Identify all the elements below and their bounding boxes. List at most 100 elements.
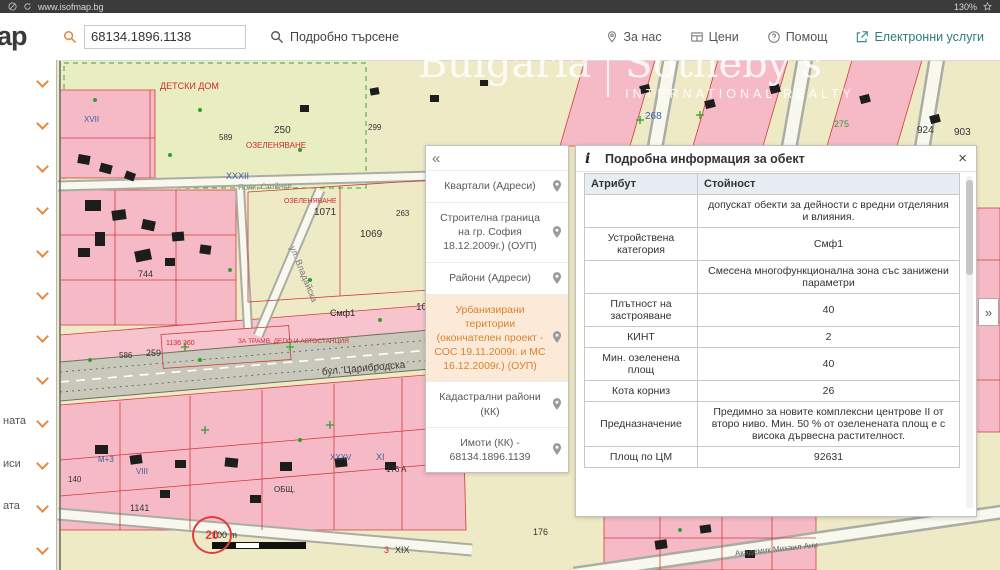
expand-panel-button[interactable]: » bbox=[978, 298, 999, 326]
attributes-table: АтрибутСтойност допускат обекти за дейно… bbox=[584, 173, 960, 468]
nav-eservices-label: Електронни услуги bbox=[874, 30, 984, 44]
zoom-to-layer-icon[interactable] bbox=[550, 397, 565, 412]
search-input[interactable] bbox=[84, 25, 246, 49]
zoom-to-layer-icon[interactable] bbox=[550, 442, 565, 457]
layer-item[interactable]: Квартали (Адреси) bbox=[426, 170, 568, 202]
nav-eservices[interactable]: Електронни услуги bbox=[855, 30, 984, 44]
sidebar-item[interactable]: иси bbox=[0, 443, 56, 486]
sidebar-item[interactable] bbox=[0, 273, 56, 316]
detailed-search-label: Подробно търсене bbox=[290, 30, 399, 44]
layer-item-label: Имоти (КК) - 68134.1896.1139 bbox=[433, 436, 547, 464]
refresh-icon[interactable] bbox=[23, 2, 32, 11]
bookmark-star-icon[interactable] bbox=[983, 2, 992, 11]
detailed-search[interactable]: Подробно търсене bbox=[270, 30, 399, 44]
sidebar-item[interactable]: ата bbox=[0, 485, 56, 528]
info-scrollbar[interactable] bbox=[966, 176, 973, 508]
sidebar-item-label: ата bbox=[3, 500, 34, 512]
info-panel-title: Подробна информация за обект bbox=[605, 152, 805, 166]
left-sidebar: ната иси ата bbox=[0, 60, 57, 570]
attribute-cell: Устройствена категория bbox=[585, 228, 698, 261]
chevron-down-icon bbox=[36, 202, 49, 215]
zoom-to-layer-icon[interactable] bbox=[550, 330, 565, 345]
layer-item[interactable]: Урбанизирани територии (окончателен прое… bbox=[426, 294, 568, 382]
sidebar-item-label: иси bbox=[3, 458, 34, 470]
zoom-to-layer-icon[interactable] bbox=[550, 179, 565, 194]
chevron-down-icon bbox=[36, 500, 49, 513]
sidebar-item[interactable] bbox=[0, 230, 56, 273]
close-icon[interactable]: × bbox=[958, 151, 967, 166]
sidebar-item[interactable] bbox=[0, 188, 56, 231]
nav-prices-label: Цени bbox=[709, 30, 739, 44]
table-row: Площ по ЦМ92631 bbox=[585, 447, 960, 468]
header-links: За нас Цени Помощ Електронни услуги bbox=[605, 30, 985, 44]
value-cell: Смф1 bbox=[698, 228, 960, 261]
scrollbar-thumb[interactable] bbox=[966, 180, 973, 275]
nav-about[interactable]: За нас bbox=[605, 30, 662, 44]
sidebar-item[interactable]: ната bbox=[0, 400, 56, 443]
object-info-panel: i Подробна информация за обект × Атрибут… bbox=[575, 145, 977, 517]
zoom-to-layer-icon[interactable] bbox=[550, 225, 565, 240]
layer-item-label: Райони (Адреси) bbox=[433, 271, 547, 285]
sidebar-item[interactable] bbox=[0, 60, 56, 103]
attribute-cell: Предназначение bbox=[585, 402, 698, 447]
map-workspace: ДЕТСКИ ДОМ589250ОЗЕЛЕНЯВАНЕ299XXXIIПолк.… bbox=[0, 60, 1000, 570]
value-cell: допускат обекти за дейности с вредни отд… bbox=[698, 195, 960, 228]
site-logo[interactable]: ap bbox=[0, 21, 39, 52]
value-cell: 2 bbox=[698, 327, 960, 348]
table-row: Кота корниз26 bbox=[585, 381, 960, 402]
value-cell: 40 bbox=[698, 294, 960, 327]
attribute-cell: Плътност на застрояване bbox=[585, 294, 698, 327]
attribute-cell: Кота корниз bbox=[585, 381, 698, 402]
value-cell: Предимно за новите комплексни центрове I… bbox=[698, 402, 960, 447]
nav-help[interactable]: Помощ bbox=[767, 30, 828, 44]
layer-item-label: Строителна граница на гр. София 18.12.20… bbox=[433, 211, 547, 254]
nav-about-label: За нас bbox=[624, 30, 662, 44]
attribute-cell bbox=[585, 261, 698, 294]
layer-item[interactable]: Райони (Адреси) bbox=[426, 262, 568, 294]
sidebar-item[interactable] bbox=[0, 528, 56, 570]
chevron-down-icon bbox=[36, 372, 49, 385]
sidebar-item[interactable] bbox=[0, 358, 56, 401]
table-row: Плътност на застрояване40 bbox=[585, 294, 960, 327]
info-icon: i bbox=[585, 151, 599, 167]
layer-item[interactable]: Имоти (КК) - 68134.1896.1139 bbox=[426, 427, 568, 472]
value-cell: 92631 bbox=[698, 447, 960, 468]
layers-panel: « Квартали (Адреси) Строителна граница на… bbox=[425, 145, 569, 473]
sidebar-item[interactable] bbox=[0, 103, 56, 146]
measure-circle-label: 20 bbox=[205, 528, 218, 542]
external-link-icon bbox=[855, 30, 869, 44]
table-row: допускат обекти за дейности с вредни отд… bbox=[585, 195, 960, 228]
table-row: ПредназначениеПредимно за новите комплек… bbox=[585, 402, 960, 447]
value-cell: 40 bbox=[698, 348, 960, 381]
chevron-down-icon bbox=[36, 330, 49, 343]
table-row: Мин. озеленена площ40 bbox=[585, 348, 960, 381]
pin-icon bbox=[605, 30, 619, 44]
table-header-row: АтрибутСтойност bbox=[585, 174, 960, 195]
url-text[interactable]: www.isofmap.bg bbox=[38, 2, 104, 12]
collapse-panel-icon[interactable]: « bbox=[432, 151, 440, 166]
help-icon bbox=[767, 30, 781, 44]
search-icon bbox=[63, 30, 77, 44]
layer-item[interactable]: Кадастрални райони (КК) bbox=[426, 381, 568, 426]
nav-prices[interactable]: Цени bbox=[690, 30, 739, 44]
info-table-wrapper: АтрибутСтойност допускат обекти за дейно… bbox=[584, 173, 960, 512]
chevron-down-icon bbox=[36, 160, 49, 173]
layer-item-label: Квартали (Адреси) bbox=[433, 179, 547, 193]
layer-item[interactable]: Строителна граница на гр. София 18.12.20… bbox=[426, 202, 568, 262]
nav-help-label: Помощ bbox=[786, 30, 828, 44]
chevron-down-icon bbox=[36, 415, 49, 428]
layer-item-label: Кадастрални райони (КК) bbox=[433, 390, 547, 418]
sidebar-item[interactable] bbox=[0, 315, 56, 358]
chevron-down-icon bbox=[36, 117, 49, 130]
chevron-down-icon bbox=[36, 287, 49, 300]
chevron-down-icon bbox=[36, 542, 49, 555]
table-header-cell: Атрибут bbox=[585, 174, 698, 195]
price-table-icon bbox=[690, 30, 704, 44]
zoom-to-layer-icon[interactable] bbox=[550, 271, 565, 286]
attribute-cell bbox=[585, 195, 698, 228]
attribute-cell: Мин. озеленена площ bbox=[585, 348, 698, 381]
sidebar-item[interactable] bbox=[0, 145, 56, 188]
search-box bbox=[63, 25, 246, 49]
info-panel-header: i Подробна информация за обект × bbox=[576, 146, 976, 172]
detailed-search-icon bbox=[270, 30, 284, 44]
